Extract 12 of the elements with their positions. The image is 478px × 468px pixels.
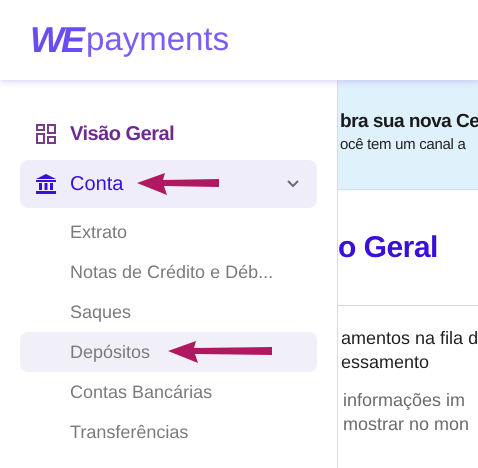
logo-text: payments <box>86 22 230 58</box>
page-heading: o Geral <box>338 230 438 266</box>
logo-mark: WE <box>30 22 82 58</box>
banner-text: ocê tem um canal a <box>340 135 467 155</box>
grid-icon <box>36 124 56 144</box>
notice-text: amentos na fila d <box>341 327 478 350</box>
submenu-item[interactable]: Depósitos <box>20 332 317 372</box>
notice-text: essamento <box>341 351 430 374</box>
nav-item[interactable]: Conta <box>20 160 317 208</box>
bank-icon <box>36 174 56 194</box>
info-text: mostrar no mon <box>343 413 470 436</box>
info-text: informações im <box>343 389 466 412</box>
